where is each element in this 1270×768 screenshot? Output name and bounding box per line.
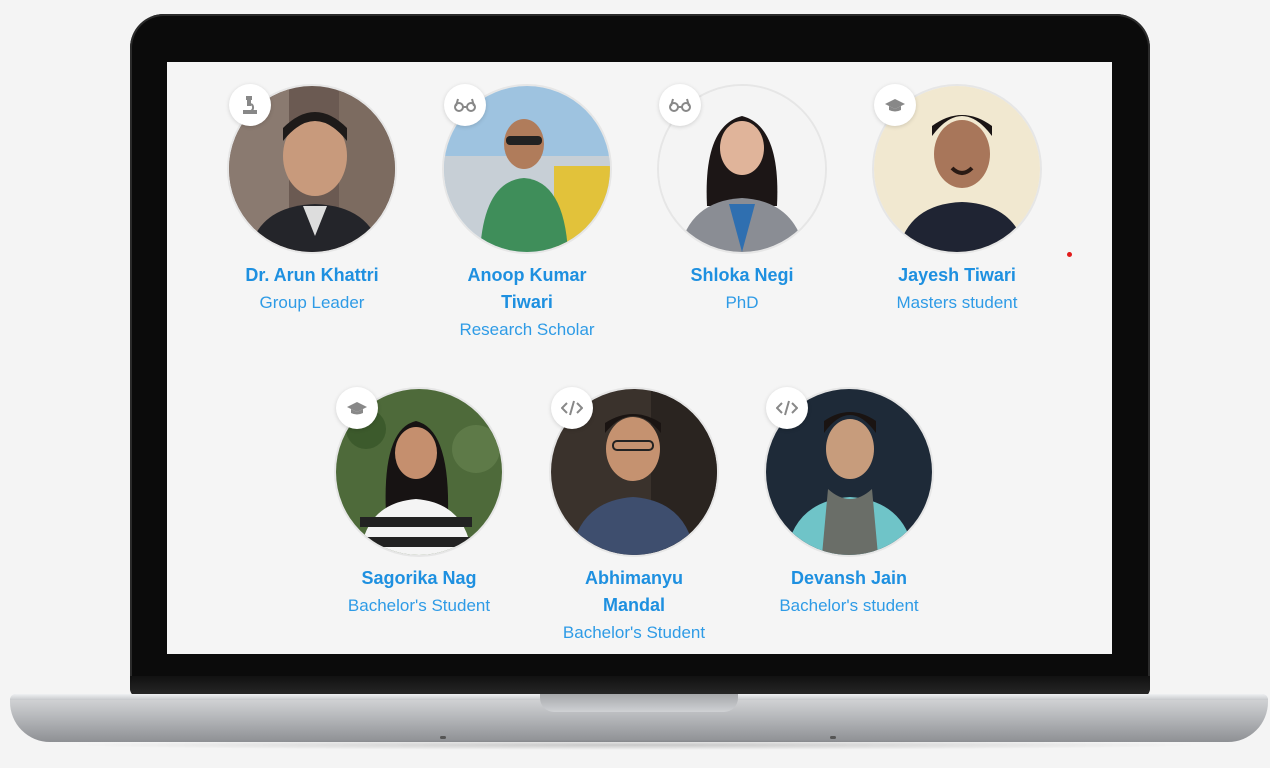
team-member-card[interactable]: Dr. Arun Khattri Group Leader (212, 84, 412, 316)
member-name: Shloka Negi (690, 265, 794, 285)
laptop-foot (830, 736, 836, 739)
team-member-card[interactable]: Anoop Kumar Tiwari Research Scholar (427, 84, 627, 343)
code-icon (766, 387, 808, 429)
red-dot (1067, 252, 1072, 257)
team-member-card[interactable]: Jayesh Tiwari Masters student (857, 84, 1057, 316)
team-member-card[interactable]: Shloka Negi PhD (642, 84, 842, 316)
member-role: Masters student (896, 293, 1018, 312)
member-name: Anoop Kumar Tiwari (467, 265, 587, 312)
member-role: Bachelor's Student (347, 596, 491, 615)
member-name: Sagorika Nag (361, 568, 477, 588)
team-member-card[interactable]: Devansh Jain Bachelor's student (749, 387, 949, 619)
microscope-icon (229, 84, 271, 126)
member-name: Abhimanyu Mandal (584, 568, 683, 615)
member-role: Group Leader (259, 293, 365, 312)
team-member-card[interactable]: Sagorika Nag Bachelor's Student (319, 387, 519, 619)
laptop-screen: Dr. Arun Khattri Group Leader Anoop Kuma… (167, 62, 1112, 654)
glasses-icon (444, 84, 486, 126)
glasses-icon (659, 84, 701, 126)
member-name: Jayesh Tiwari (898, 265, 1016, 285)
member-role: Research Scholar (459, 320, 595, 339)
graduation-cap-icon (336, 387, 378, 429)
member-role: PhD (725, 293, 759, 312)
laptop-shadow (60, 740, 1210, 750)
code-icon (551, 387, 593, 429)
member-role: Bachelor's Student (562, 623, 706, 642)
member-name: Devansh Jain (790, 568, 908, 588)
laptop-opening-notch (540, 694, 738, 712)
graduation-cap-icon (874, 84, 916, 126)
member-name: Dr. Arun Khattri (245, 265, 379, 285)
laptop-base (10, 694, 1268, 742)
laptop-foot (440, 736, 446, 739)
member-role: Bachelor's student (779, 596, 919, 615)
team-member-card[interactable]: Abhimanyu Mandal Bachelor's Student (534, 387, 734, 646)
